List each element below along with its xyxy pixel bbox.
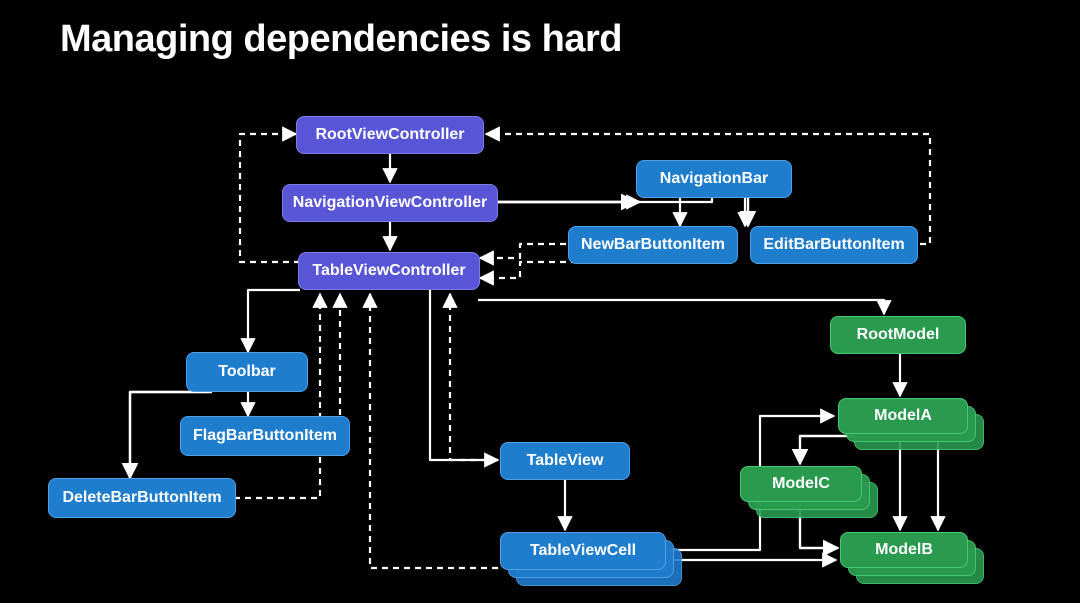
node-root-model: RootModel <box>830 316 966 354</box>
node-table-view-cell: TableViewCell <box>500 532 666 570</box>
node-model-a: ModelA <box>838 398 968 434</box>
node-edit-bar-button-item: EditBarButtonItem <box>750 226 918 264</box>
node-new-bar-button-item: NewBarButtonItem <box>568 226 738 264</box>
node-root-view-controller: RootViewController <box>296 116 484 154</box>
node-model-c: ModelC <box>740 466 862 502</box>
node-model-b: ModelB <box>840 532 968 568</box>
node-delete-bar-button-item: DeleteBarButtonItem <box>48 478 236 518</box>
node-flag-bar-button-item: FlagBarButtonItem <box>180 416 350 456</box>
node-table-view-controller: TableViewController <box>298 252 480 290</box>
node-navigation-bar: NavigationBar <box>636 160 792 198</box>
node-toolbar: Toolbar <box>186 352 308 392</box>
slide-stage: Managing dependencies is hard <box>0 0 1080 603</box>
slide-title: Managing dependencies is hard <box>60 18 622 61</box>
node-navigation-view-controller: NavigationViewController <box>282 184 498 222</box>
node-table-view: TableView <box>500 442 630 480</box>
